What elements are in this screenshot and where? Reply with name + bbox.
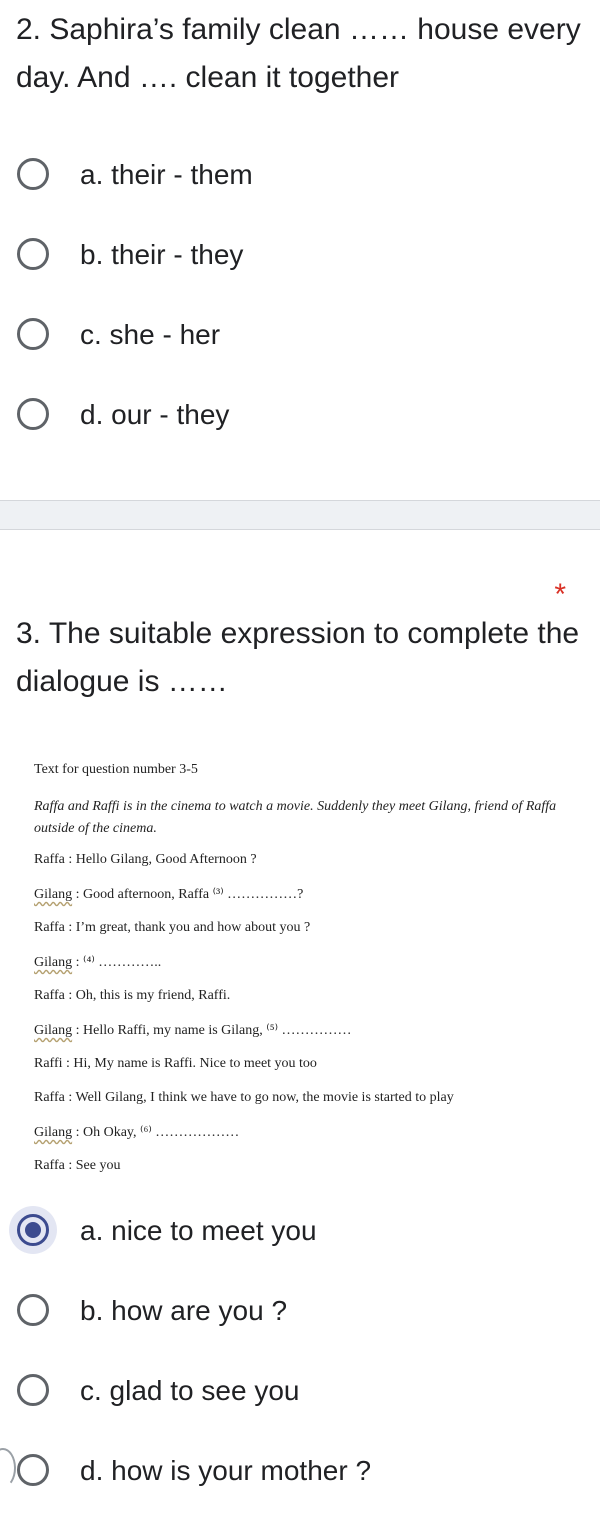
dialogue-line: Raffa : Well Gilang, I think we have to … [34,1090,454,1106]
dialogue-line: Raffa : Hello Gilang, Good Afternoon ? [34,852,257,868]
dialogue-title: Text for question number 3-5 [34,762,198,777]
line-text: : Hello Gilang, Good Afternoon ? [68,852,257,867]
line-text: : Oh Okay, ⁽⁶⁾ ……………… [75,1125,240,1140]
section-divider [0,500,600,530]
line-text: : ⁽⁴⁾ ………….. [75,955,162,970]
speaker: Raffa [34,988,65,1003]
radio-checked-icon[interactable] [17,1214,49,1246]
radio-unchecked-icon[interactable] [17,1294,49,1326]
speaker: Gilang [34,887,73,902]
radio-unchecked-icon[interactable] [17,318,49,350]
q3-option-b[interactable]: b. how are you ? [0,1282,600,1342]
dialogue-line: Gilang : Oh Okay, ⁽⁶⁾ ……………… [34,1124,239,1141]
line-text: : See you [68,1158,121,1173]
speaker: Gilang [34,955,73,970]
speaker: Gilang [34,1125,73,1140]
dialogue-image: Text for question number 3-5 Raffa and R… [26,758,586,1178]
line-text: : Well Gilang, I think we have to go now… [68,1090,454,1105]
line-text: : I’m great, thank you and how about you… [68,920,311,935]
option-label: c. she - her [80,319,221,350]
question-2-text: 2. Saphira’s family clean …… house every… [16,13,581,94]
dialogue-line: Raffi : Hi, My name is Raffi. Nice to me… [34,1056,317,1072]
line-text: : Hello Raffi, my name is Gilang, ⁽⁵⁾ ……… [75,1023,352,1038]
option-label: d. how is your mother ? [80,1455,372,1486]
speaker: Raffa [34,920,65,935]
q3-option-c[interactable]: c. glad to see you [0,1362,600,1422]
dialogue-line: Raffa : I’m great, thank you and how abo… [34,920,310,936]
option-label: b. how are you ? [80,1295,288,1326]
option-label: c. glad to see you [80,1375,300,1406]
q2-option-c[interactable]: c. she - her [0,306,600,366]
speaker: Raffa [34,1158,65,1173]
line-text: : Oh, this is my friend, Raffi. [68,988,231,1003]
q3-option-d[interactable]: d. how is your mother ? [0,1442,600,1502]
radio-unchecked-icon[interactable] [17,1374,49,1406]
radio-unchecked-icon[interactable] [17,158,49,190]
q2-option-b[interactable]: b. their - they [0,226,600,286]
option-label: a. their - them [80,159,253,190]
radio-unchecked-icon[interactable] [17,1454,49,1486]
radio-unchecked-icon[interactable] [17,398,49,430]
question-3-text: 3. The suitable expression to complete t… [16,617,580,698]
speaker: Gilang [34,1023,73,1038]
line-text: : Hi, My name is Raffi. Nice to meet you… [66,1056,317,1071]
radio-unchecked-icon[interactable] [17,238,49,270]
dialogue-intro: Raffa and Raffi is in the cinema to watc… [34,799,557,836]
required-asterisk: * [554,578,566,611]
dialogue-line: Gilang : Hello Raffi, my name is Gilang,… [34,1022,352,1039]
speaker: Raffi [34,1056,63,1071]
option-label: a. nice to meet you [80,1215,317,1246]
q3-option-a[interactable]: a. nice to meet you [0,1202,600,1262]
dialogue-line: Gilang : Good afternoon, Raffa ⁽³⁾ ……………… [34,886,303,903]
q2-option-d[interactable]: d. our - they [0,386,600,446]
line-text: : Good afternoon, Raffa ⁽³⁾ ……………? [75,887,304,902]
q2-option-a[interactable]: a. their - them [0,146,600,206]
dialogue-line: Raffa : Oh, this is my friend, Raffi. [34,988,230,1004]
option-label: d. our - they [80,399,230,430]
speaker: Raffa [34,852,65,867]
option-label: b. their - they [80,239,244,270]
speaker: Raffa [34,1090,65,1105]
dialogue-line: Gilang : ⁽⁴⁾ ………….. [34,954,161,971]
dialogue-line: Raffa : See you [34,1158,120,1174]
